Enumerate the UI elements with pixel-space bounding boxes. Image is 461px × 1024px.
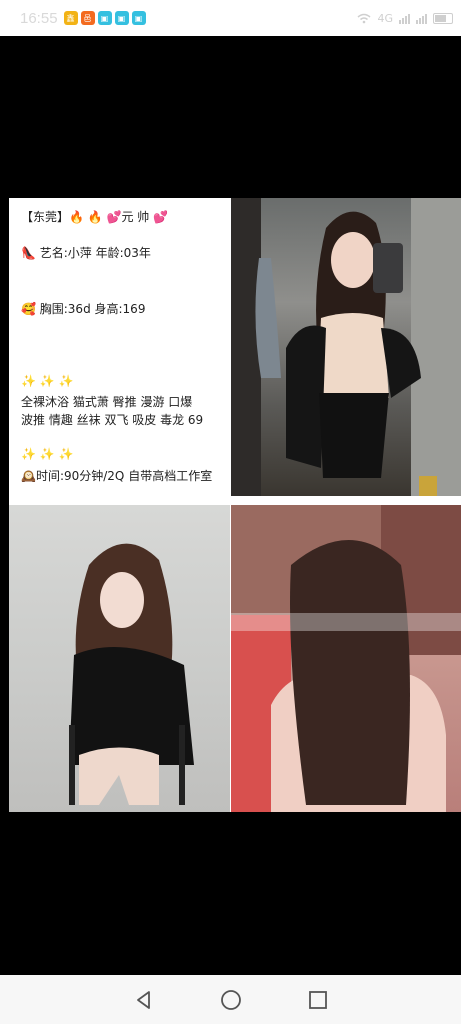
- home-icon: [220, 989, 241, 1010]
- app-icon-gold: 鑫: [63, 11, 78, 25]
- recents-icon: [308, 990, 327, 1009]
- status-bar: 16:55 鑫 邑 ▣ ▣ ▣ 4G: [0, 0, 461, 36]
- navigation-bar: [0, 975, 461, 1024]
- signal-icon: [416, 12, 427, 24]
- photo-mirror-selfie: [231, 198, 461, 496]
- recents-button[interactable]: [306, 988, 330, 1012]
- name-age-line: 👠 艺名:小萍 年龄:03年: [21, 246, 151, 260]
- sparkles-line: ✨ ✨ ✨: [21, 447, 74, 461]
- notification-icons: 鑫 邑 ▣ ▣ ▣: [63, 11, 146, 25]
- app-icon-cyan: ▣: [97, 11, 112, 25]
- back-icon: [136, 990, 150, 1009]
- app-icon-cyan: ▣: [131, 11, 146, 25]
- services-line-2: 波推 情趣 丝袜 双飞 吸皮 毒龙 69: [21, 413, 204, 427]
- info-card: 【东莞】🔥 🔥 💕元 帅 💕 👠 艺名:小萍 年龄:03年 🥰 胸围:36d 身…: [9, 198, 231, 504]
- wifi-icon: [357, 13, 371, 23]
- time-line: 🕰️时间:90分钟/2Q 自带高档工作室: [21, 469, 213, 483]
- home-button[interactable]: [219, 988, 243, 1012]
- photo-back-view: [231, 505, 461, 812]
- letterbox-top: [0, 36, 461, 198]
- status-indicators: 4G: [357, 12, 453, 25]
- title-line: 【东莞】🔥 🔥 💕元 帅 💕: [21, 210, 169, 224]
- sparkles-line: ✨ ✨ ✨: [21, 374, 74, 388]
- photo-seated-pose: [9, 505, 230, 812]
- app-icon-cyan: ▣: [114, 11, 129, 25]
- status-time: 16:55: [20, 9, 58, 27]
- back-button[interactable]: [132, 988, 156, 1012]
- battery-icon: [433, 12, 453, 24]
- bust-height-line: 🥰 胸围:36d 身高:169: [21, 302, 146, 316]
- image-collage[interactable]: 【东莞】🔥 🔥 💕元 帅 💕 👠 艺名:小萍 年龄:03年 🥰 胸围:36d 身…: [9, 198, 461, 812]
- services-line-1: 全裸沐浴 猫式萧 臀推 漫游 口爆: [21, 395, 193, 409]
- network-label: 4G: [377, 11, 393, 25]
- app-icon-orange: 邑: [80, 11, 95, 25]
- signal-icon: [399, 12, 410, 24]
